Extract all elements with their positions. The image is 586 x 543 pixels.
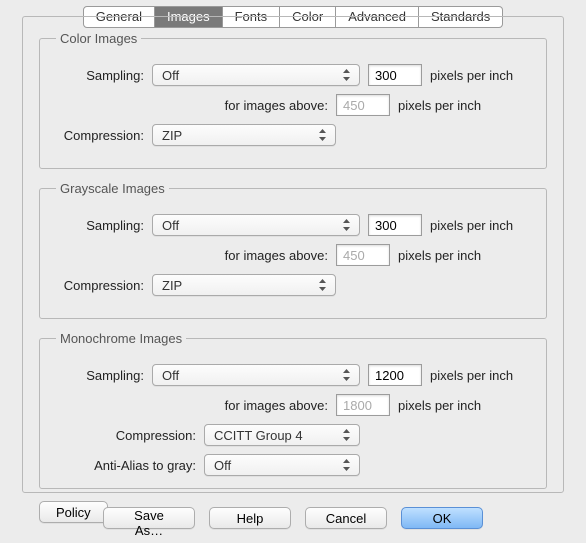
footer: Save As… Help Cancel OK — [0, 507, 586, 529]
group-title-color: Color Images — [56, 31, 141, 46]
label-for-above: for images above: — [52, 248, 336, 263]
group-color-images: Color Images Sampling: Off pixels per in… — [39, 31, 547, 169]
updown-icon — [316, 127, 329, 143]
ppi-label: pixels per inch — [430, 68, 513, 83]
label-for-above: for images above: — [52, 398, 336, 413]
color-sampling-value: Off — [162, 68, 179, 83]
mono-sampling-value: Off — [162, 368, 179, 383]
mono-ppi-input[interactable] — [368, 364, 422, 386]
mono-compression-value: CCITT Group 4 — [214, 428, 303, 443]
mono-above-ppi — [336, 394, 390, 416]
color-sampling-select[interactable]: Off — [152, 64, 360, 86]
label-compression: Compression: — [52, 428, 204, 443]
mono-compression-select[interactable]: CCITT Group 4 — [204, 424, 360, 446]
gray-compression-select[interactable]: ZIP — [152, 274, 336, 296]
label-sampling: Sampling: — [52, 68, 152, 83]
updown-icon — [340, 67, 353, 83]
mono-antialias-value: Off — [214, 458, 231, 473]
group-title-gray: Grayscale Images — [56, 181, 169, 196]
ok-button[interactable]: OK — [401, 507, 483, 529]
gray-sampling-value: Off — [162, 218, 179, 233]
updown-icon — [340, 367, 353, 383]
label-antialias: Anti-Alias to gray: — [52, 458, 204, 473]
color-compression-select[interactable]: ZIP — [152, 124, 336, 146]
ppi-label: pixels per inch — [430, 218, 513, 233]
cancel-button[interactable]: Cancel — [305, 507, 387, 529]
save-as-button[interactable]: Save As… — [103, 507, 195, 529]
gray-ppi-input[interactable] — [368, 214, 422, 236]
ppi-label: pixels per inch — [398, 98, 481, 113]
updown-icon — [316, 277, 329, 293]
ppi-label: pixels per inch — [398, 248, 481, 263]
color-ppi-input[interactable] — [368, 64, 422, 86]
gray-above-ppi — [336, 244, 390, 266]
group-grayscale-images: Grayscale Images Sampling: Off pixels pe… — [39, 181, 547, 319]
color-above-ppi — [336, 94, 390, 116]
updown-icon — [340, 457, 353, 473]
gray-compression-value: ZIP — [162, 278, 182, 293]
label-compression: Compression: — [52, 128, 152, 143]
updown-icon — [340, 427, 353, 443]
updown-icon — [340, 217, 353, 233]
label-for-above: for images above: — [52, 98, 336, 113]
help-button[interactable]: Help — [209, 507, 291, 529]
group-title-mono: Monochrome Images — [56, 331, 186, 346]
label-compression: Compression: — [52, 278, 152, 293]
ppi-label: pixels per inch — [398, 398, 481, 413]
mono-sampling-select[interactable]: Off — [152, 364, 360, 386]
group-monochrome-images: Monochrome Images Sampling: Off pixels p… — [39, 331, 547, 489]
color-compression-value: ZIP — [162, 128, 182, 143]
panel: Color Images Sampling: Off pixels per in… — [22, 16, 564, 493]
label-sampling: Sampling: — [52, 218, 152, 233]
mono-antialias-select[interactable]: Off — [204, 454, 360, 476]
label-sampling: Sampling: — [52, 368, 152, 383]
ppi-label: pixels per inch — [430, 368, 513, 383]
gray-sampling-select[interactable]: Off — [152, 214, 360, 236]
